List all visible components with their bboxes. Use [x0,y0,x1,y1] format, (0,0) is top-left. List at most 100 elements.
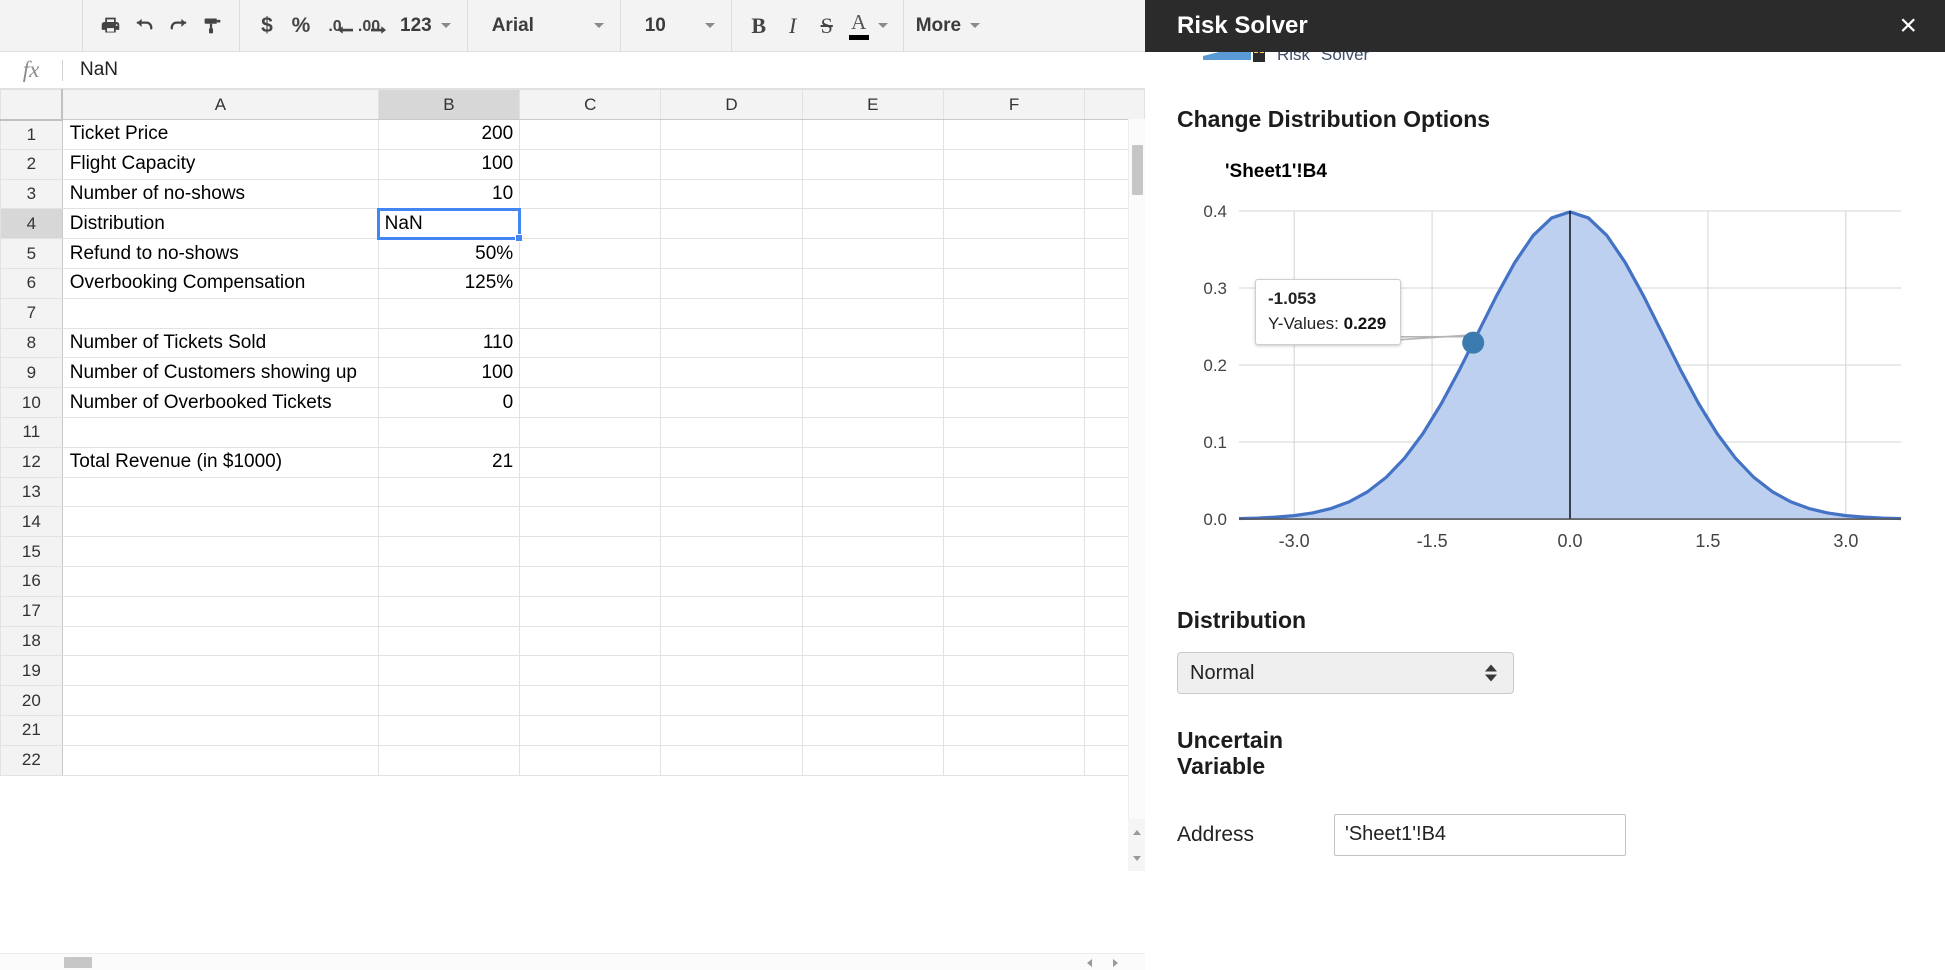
cell-C20[interactable] [519,685,662,716]
cell-B6[interactable]: 125% [377,267,521,299]
cell-A5[interactable]: Refund to no-shows [61,238,379,269]
print-icon[interactable] [93,9,127,43]
font-size-selector[interactable]: 10 [631,8,721,44]
row-header-20[interactable]: 20 [0,685,63,716]
cell-E14[interactable] [801,506,944,538]
horizontal-scrollbar[interactable] [0,953,1145,970]
cell-D5[interactable] [660,238,803,269]
cell-D4[interactable] [660,208,803,240]
cell-D7[interactable] [660,297,803,329]
cell-A18[interactable] [61,625,379,657]
cell-C22[interactable] [519,744,662,776]
cell-F12[interactable] [942,446,1086,478]
cell-F19[interactable] [942,655,1086,687]
cell-B15[interactable] [377,536,521,567]
increase-decimal-button[interactable]: .00 [352,9,386,43]
cell-F2[interactable] [942,148,1086,180]
column-header-g[interactable] [1084,89,1145,120]
undo-icon[interactable] [127,9,161,43]
cell-B18[interactable] [377,625,521,657]
cell-D3[interactable] [660,178,803,210]
row-header-1[interactable]: 1 [0,119,63,150]
row-header-21[interactable]: 21 [0,714,63,746]
cell-C19[interactable] [519,655,662,687]
percent-format-button[interactable]: % [284,9,318,43]
column-header-b[interactable]: B [377,89,521,120]
cell-A20[interactable] [61,685,379,716]
formula-input[interactable] [63,59,1145,81]
cell-D13[interactable] [660,476,803,508]
cell-C8[interactable] [519,327,662,359]
cell-A11[interactable] [61,416,379,448]
cell-A10[interactable]: Number of Overbooked Tickets [61,387,379,418]
select-all-corner[interactable] [0,89,64,121]
cell-E10[interactable] [801,387,944,418]
cell-F20[interactable] [942,685,1086,716]
cell-A6[interactable]: Overbooking Compensation [61,267,379,299]
scroll-down-icon[interactable] [1132,855,1141,861]
cell-F11[interactable] [942,416,1086,448]
number-format-selector[interactable]: 123 [386,8,457,44]
cell-D2[interactable] [660,148,803,180]
cell-E20[interactable] [801,685,944,716]
redo-icon[interactable] [161,9,195,43]
cell-A21[interactable] [61,714,379,746]
cell-E4[interactable] [801,208,944,240]
cell-B22[interactable] [377,744,521,776]
cell-C17[interactable] [519,595,662,627]
row-header-7[interactable]: 7 [0,297,63,329]
cell-F21[interactable] [942,714,1086,746]
cell-E8[interactable] [801,327,944,359]
cell-D19[interactable] [660,655,803,687]
cell-C18[interactable] [519,625,662,657]
cell-C7[interactable] [519,297,662,329]
scroll-up-icon[interactable] [1132,829,1141,835]
address-input[interactable] [1334,813,1626,856]
cell-D22[interactable] [660,744,803,776]
row-header-5[interactable]: 5 [0,238,63,269]
row-header-2[interactable]: 2 [0,148,63,180]
row-header-10[interactable]: 10 [0,387,63,418]
cell-E11[interactable] [801,416,944,448]
cell-B16[interactable] [377,565,521,597]
cell-F18[interactable] [942,625,1086,657]
cell-A1[interactable]: Ticket Price [61,119,379,150]
cell-B19[interactable] [377,655,521,687]
cell-E16[interactable] [801,565,944,597]
cell-F7[interactable] [942,297,1086,329]
cell-E2[interactable] [801,148,944,180]
cell-A8[interactable]: Number of Tickets Sold [61,327,379,359]
row-header-16[interactable]: 16 [0,565,63,597]
cell-C14[interactable] [519,506,662,538]
cell-C10[interactable] [519,387,662,418]
cell-E5[interactable] [801,238,944,269]
row-header-18[interactable]: 18 [0,625,63,657]
cell-F5[interactable] [942,238,1086,269]
column-header-c[interactable]: C [519,89,662,120]
cell-B13[interactable] [377,476,521,508]
cell-F14[interactable] [942,506,1086,538]
cell-B14[interactable] [377,506,521,538]
column-header-e[interactable]: E [801,89,944,120]
cell-D14[interactable] [660,506,803,538]
cell-A14[interactable] [61,506,379,538]
cell-A4[interactable]: Distribution [61,208,379,240]
cell-B3[interactable]: 10 [377,178,521,210]
bold-button[interactable]: B [742,9,776,43]
cell-A19[interactable] [61,655,379,687]
row-header-8[interactable]: 8 [0,327,63,359]
cell-D18[interactable] [660,625,803,657]
row-header-13[interactable]: 13 [0,476,63,508]
cell-B5[interactable]: 50% [377,238,521,269]
cell-B21[interactable] [377,714,521,746]
cell-C4[interactable] [519,208,662,240]
strikethrough-button[interactable]: S [810,9,844,43]
row-header-19[interactable]: 19 [0,655,63,687]
selection-handle[interactable] [515,234,524,243]
italic-button[interactable]: I [776,9,810,43]
cell-E3[interactable] [801,178,944,210]
row-header-4[interactable]: 4 [0,208,63,240]
cell-B12[interactable]: 21 [377,446,521,478]
scroll-right-icon[interactable] [1112,959,1118,967]
cell-F8[interactable] [942,327,1086,359]
